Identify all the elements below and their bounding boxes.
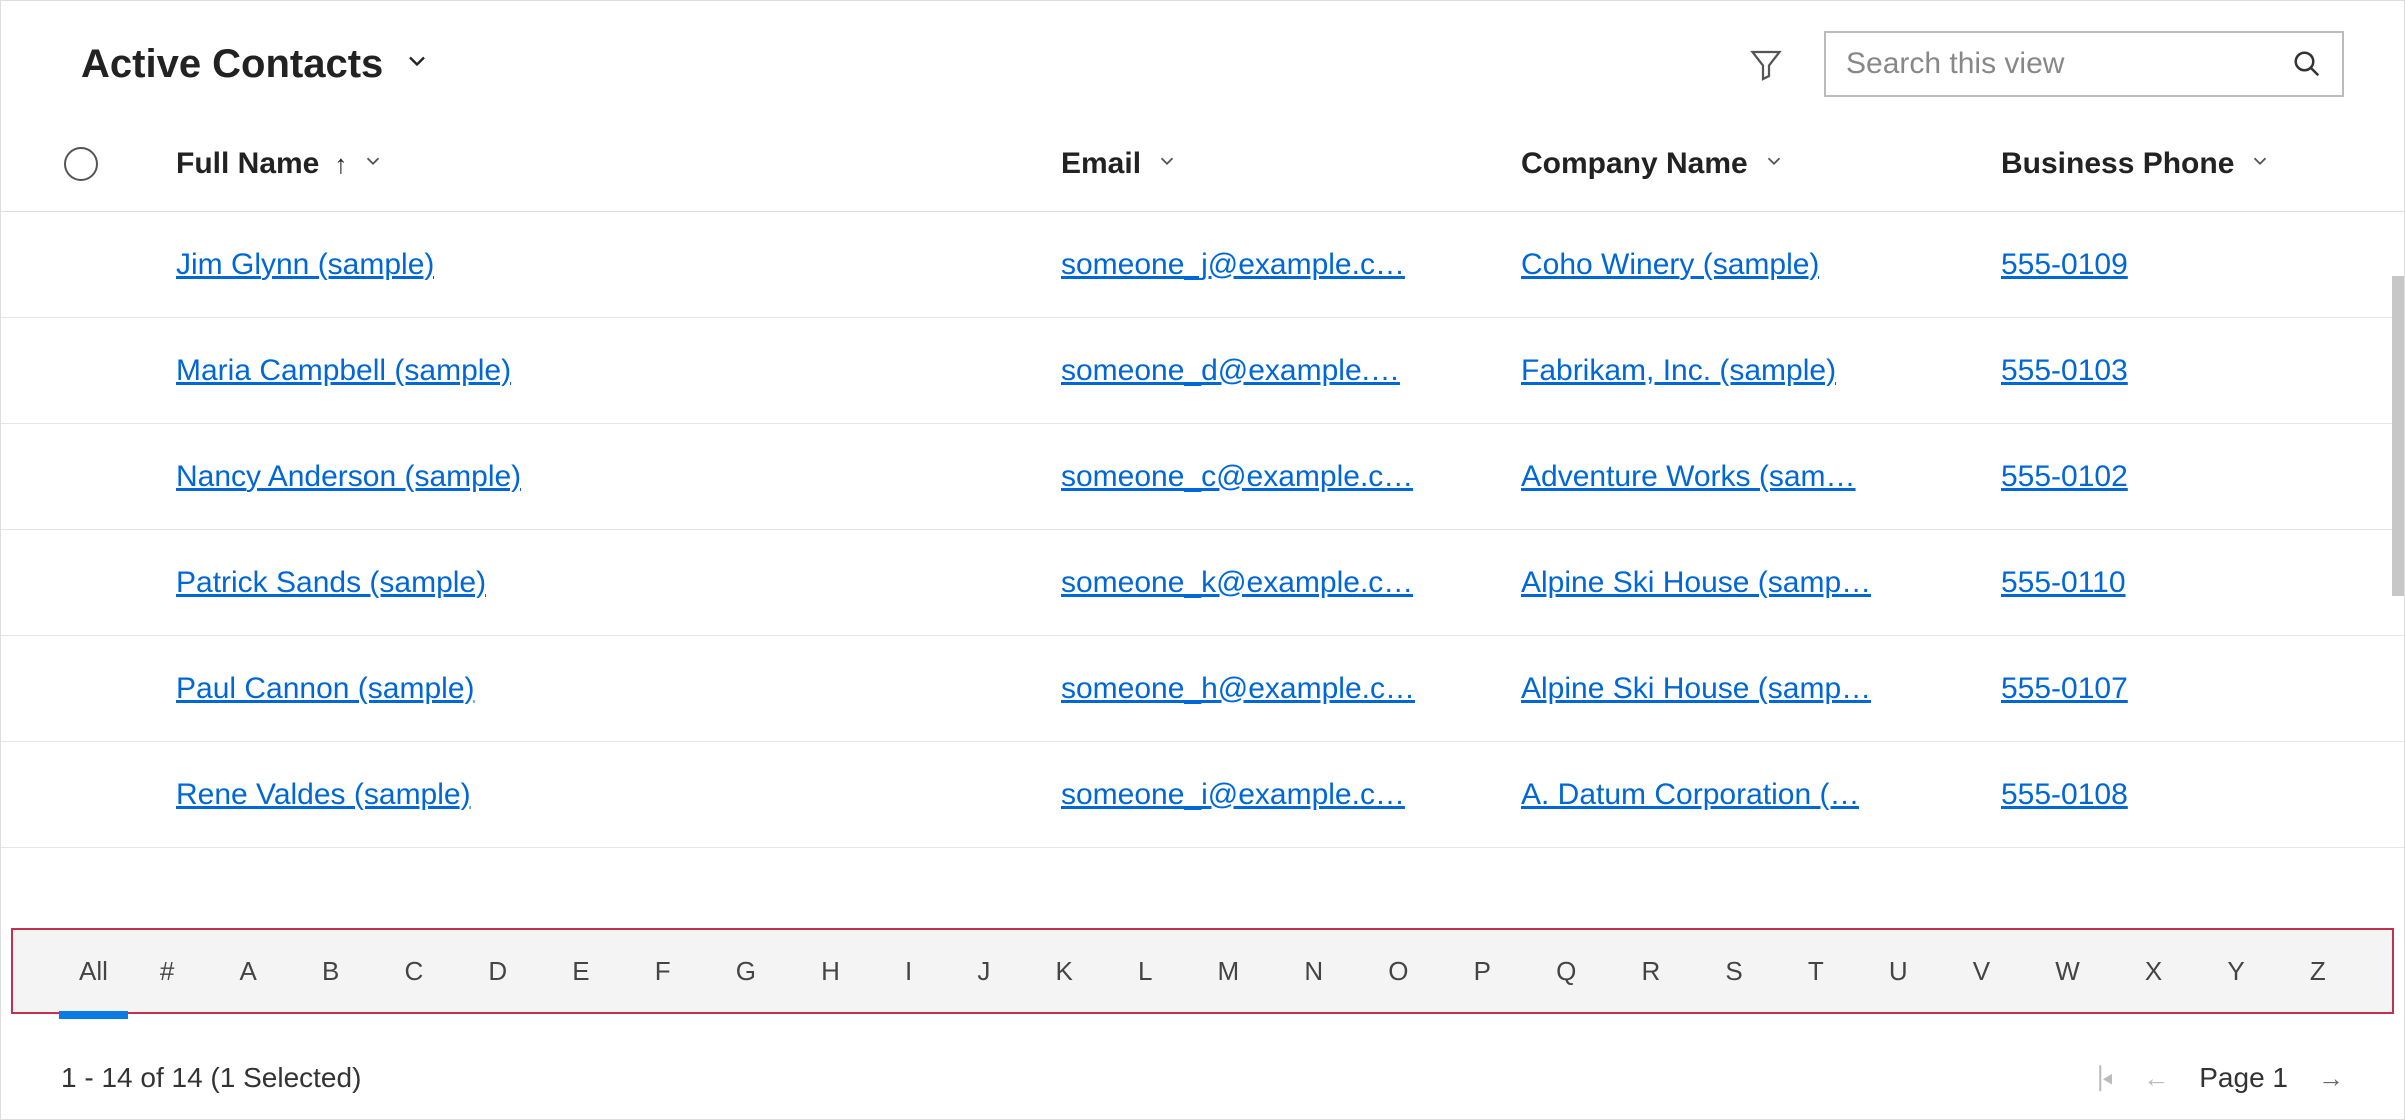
company-link[interactable]: Coho Winery (sample) — [1521, 248, 1819, 282]
alpha-filter-letter[interactable]: O — [1382, 950, 1414, 993]
alpha-filter-letter[interactable]: Z — [2304, 950, 2332, 993]
column-label: Email — [1061, 147, 1141, 181]
alpha-filter-letter[interactable]: G — [730, 950, 762, 993]
company-link[interactable]: Fabrikam, Inc. (sample) — [1521, 354, 1836, 388]
alpha-filter-letter[interactable]: R — [1635, 950, 1666, 993]
scrollbar-vertical[interactable] — [2392, 276, 2404, 596]
alpha-letters: # A B C D E F G H I J K L M N O P Q R S T U V W X Y Z — [154, 950, 2332, 993]
company-link[interactable]: Adventure Works (sam… — [1521, 460, 1856, 494]
header-right — [1748, 31, 2344, 97]
column-header-full-name[interactable]: Full Name ↑ — [121, 147, 1061, 181]
search-icon[interactable] — [2292, 49, 2322, 79]
select-all-checkbox[interactable] — [64, 147, 98, 181]
column-label: Full Name — [176, 147, 319, 181]
page-label: Page 1 — [2199, 1062, 2288, 1094]
alpha-filter-letter[interactable]: F — [649, 950, 677, 993]
full-name-link[interactable]: Rene Valdes (sample) — [176, 778, 471, 812]
grid-footer: 1 - 14 of 14 (1 Selected) ⎹◂ ← Page 1 → — [1, 1037, 2404, 1119]
alpha-filter-letter[interactable]: X — [2139, 950, 2168, 993]
view-header: Active Contacts — [1, 1, 2404, 127]
email-link[interactable]: someone_c@example.c… — [1061, 460, 1413, 494]
select-all-column — [41, 147, 121, 181]
sort-ascending-icon: ↑ — [334, 149, 347, 180]
search-input[interactable] — [1846, 47, 2292, 81]
alpha-filter-letter[interactable]: V — [1967, 950, 1996, 993]
company-link[interactable]: Alpine Ski House (samp… — [1521, 672, 1871, 706]
company-link[interactable]: A. Datum Corporation (… — [1521, 778, 1859, 812]
phone-link[interactable]: 555-0108 — [2001, 778, 2128, 812]
alpha-filter-letter[interactable]: D — [482, 950, 513, 993]
alpha-filter-bar: All # A B C D E F G H I J K L M N O P Q R S T U V W X Y Z — [11, 928, 2394, 1014]
column-label: Business Phone — [2001, 147, 2234, 181]
table-row[interactable]: Paul Cannon (sample) someone_h@example.c…… — [1, 636, 2404, 742]
alpha-filter-letter[interactable]: H — [815, 950, 846, 993]
phone-link[interactable]: 555-0102 — [2001, 460, 2128, 494]
email-link[interactable]: someone_h@example.c… — [1061, 672, 1415, 706]
alpha-filter-letter[interactable]: J — [971, 950, 996, 993]
alpha-filter-all[interactable]: All — [73, 950, 114, 993]
next-page-button[interactable]: → — [2318, 1063, 2344, 1094]
grid-body: Jim Glynn (sample) someone_j@example.c… Co… — [1, 212, 2404, 848]
chevron-down-icon — [2249, 150, 2271, 178]
table-row[interactable]: Patrick Sands (sample) someone_k@example.… — [1, 530, 2404, 636]
prev-page-button[interactable]: ← — [2143, 1063, 2169, 1094]
column-header-phone[interactable]: Business Phone — [2001, 147, 2344, 181]
alpha-filter-letter[interactable]: W — [2049, 950, 2086, 993]
phone-link[interactable]: 555-0107 — [2001, 672, 2128, 706]
grid-header-row: Full Name ↑ Email Company Name Business … — [1, 127, 2404, 212]
alpha-filter-letter[interactable]: N — [1298, 950, 1329, 993]
table-row[interactable]: Rene Valdes (sample) someone_i@example.c…… — [1, 742, 2404, 848]
alpha-filter-letter[interactable]: S — [1719, 950, 1748, 993]
alpha-filter-letter[interactable]: P — [1468, 950, 1497, 993]
full-name-link[interactable]: Maria Campbell (sample) — [176, 354, 511, 388]
filter-icon[interactable] — [1748, 46, 1784, 82]
view-selector[interactable]: Active Contacts — [81, 42, 431, 87]
full-name-link[interactable]: Jim Glynn (sample) — [176, 248, 434, 282]
full-name-link[interactable]: Paul Cannon (sample) — [176, 672, 475, 706]
email-link[interactable]: someone_k@example.c… — [1061, 566, 1413, 600]
company-link[interactable]: Alpine Ski House (samp… — [1521, 566, 1871, 600]
alpha-filter-letter[interactable]: Y — [2221, 950, 2250, 993]
phone-link[interactable]: 555-0109 — [2001, 248, 2128, 282]
column-label: Company Name — [1521, 147, 1748, 181]
table-row[interactable]: Jim Glynn (sample) someone_j@example.c… Co… — [1, 212, 2404, 318]
record-count-status: 1 - 14 of 14 (1 Selected) — [61, 1062, 361, 1094]
view-title-text: Active Contacts — [81, 42, 383, 87]
alpha-filter-letter[interactable]: I — [899, 950, 918, 993]
column-header-email[interactable]: Email — [1061, 147, 1521, 181]
chevron-down-icon — [1763, 150, 1785, 178]
alpha-filter-letter[interactable]: C — [398, 950, 429, 993]
alpha-filter-letter[interactable]: L — [1132, 950, 1158, 993]
email-link[interactable]: someone_j@example.c… — [1061, 248, 1405, 282]
alpha-filter-letter[interactable]: T — [1802, 950, 1830, 993]
pager: ⎹◂ ← Page 1 → — [2075, 1062, 2344, 1094]
alpha-filter-letter[interactable]: # — [154, 950, 180, 993]
table-row[interactable]: Maria Campbell (sample) someone_d@example… — [1, 318, 2404, 424]
phone-link[interactable]: 555-0110 — [2001, 566, 2126, 600]
chevron-down-icon — [362, 150, 384, 178]
alpha-filter-letter[interactable]: M — [1212, 950, 1246, 993]
alpha-filter-letter[interactable]: B — [316, 950, 345, 993]
alpha-filter-letter[interactable]: A — [234, 950, 263, 993]
alpha-filter-letter[interactable]: Q — [1550, 950, 1582, 993]
alpha-filter-letter[interactable]: E — [566, 950, 595, 993]
column-header-company[interactable]: Company Name — [1521, 147, 2001, 181]
search-box[interactable] — [1824, 31, 2344, 97]
email-link[interactable]: someone_i@example.c… — [1061, 778, 1405, 812]
email-link[interactable]: someone_d@example.… — [1061, 354, 1400, 388]
chevron-down-icon — [1156, 150, 1178, 178]
full-name-link[interactable]: Patrick Sands (sample) — [176, 566, 486, 600]
alpha-filter-letter[interactable]: U — [1883, 950, 1914, 993]
chevron-down-icon — [403, 46, 431, 83]
full-name-link[interactable]: Nancy Anderson (sample) — [176, 460, 521, 494]
phone-link[interactable]: 555-0103 — [2001, 354, 2128, 388]
table-row[interactable]: Nancy Anderson (sample) someone_c@example… — [1, 424, 2404, 530]
first-page-button[interactable]: ⎹◂ — [2075, 1062, 2113, 1094]
alpha-filter-letter[interactable]: K — [1049, 950, 1078, 993]
